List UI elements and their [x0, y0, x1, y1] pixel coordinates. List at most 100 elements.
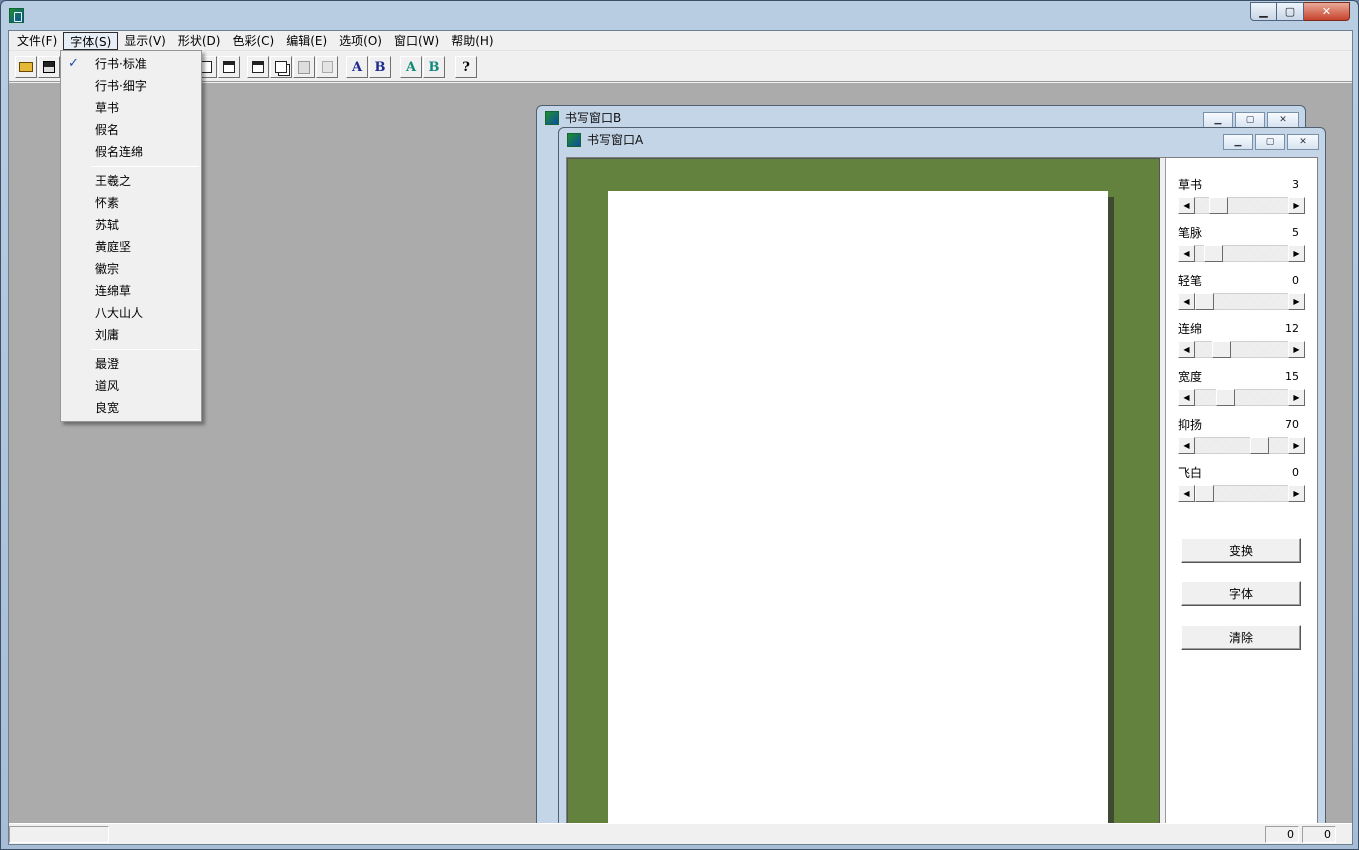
param-slider[interactable]: ◀ ▶ — [1178, 293, 1305, 310]
font-menu-item[interactable]: 徽宗 — [61, 258, 201, 280]
menu-help[interactable]: 帮助(H) — [445, 32, 499, 50]
font-menu-item[interactable]: 黄庭坚 — [61, 236, 201, 258]
window-a-minimize-button[interactable]: ▁ — [1223, 134, 1253, 150]
writing-canvas[interactable] — [567, 158, 1160, 823]
slider-thumb[interactable] — [1195, 293, 1214, 310]
scroll-left-icon[interactable]: ◀ — [1178, 389, 1195, 406]
slider-thumb[interactable] — [1195, 485, 1214, 502]
new-window-button[interactable] — [247, 56, 269, 78]
param-value: 0 — [1292, 274, 1299, 287]
param-value: 0 — [1292, 466, 1299, 479]
scroll-right-icon[interactable]: ▶ — [1288, 485, 1305, 502]
status-pane-main — [9, 826, 109, 843]
menu-color[interactable]: 色彩(C) — [226, 32, 280, 50]
scroll-left-icon[interactable]: ◀ — [1178, 197, 1195, 214]
font-menu-item-label: 草书 — [95, 101, 120, 115]
font-menu-item[interactable]: 良宽 — [61, 397, 201, 419]
window-a-controls: ▁ ▢ ✕ — [1223, 134, 1319, 150]
close-button[interactable]: ✕ — [1304, 2, 1350, 21]
window-b-maximize-button[interactable]: ▢ — [1235, 112, 1265, 128]
font-button[interactable]: 字体 — [1181, 581, 1301, 606]
scroll-right-icon[interactable]: ▶ — [1288, 341, 1305, 358]
font-menu-item-label: 假名 — [95, 123, 120, 137]
font-menu-item[interactable]: 最澄 — [61, 353, 201, 375]
font-menu-item[interactable]: 苏轼 — [61, 214, 201, 236]
scroll-left-icon[interactable]: ◀ — [1178, 293, 1195, 310]
color-b-button[interactable]: B — [423, 56, 445, 78]
menu-window[interactable]: 窗口(W) — [388, 32, 445, 50]
param-slider[interactable]: ◀ ▶ — [1178, 197, 1305, 214]
clear-button[interactable]: 清除 — [1181, 625, 1301, 650]
scroll-left-icon[interactable]: ◀ — [1178, 485, 1195, 502]
scroll-right-icon[interactable]: ▶ — [1288, 389, 1305, 406]
status-pane-y: 0 — [1302, 826, 1336, 843]
font-menu-item[interactable]: 刘庸 — [61, 324, 201, 346]
slider-thumb[interactable] — [1209, 197, 1228, 214]
font-menu-item[interactable]: 怀素 — [61, 192, 201, 214]
font-a-button[interactable]: A — [346, 56, 368, 78]
paper-sheet[interactable] — [608, 191, 1108, 823]
save-button[interactable] — [38, 56, 60, 78]
param-slider[interactable]: ◀ ▶ — [1178, 389, 1305, 406]
param-slider[interactable]: ◀ ▶ — [1178, 485, 1305, 502]
checkmark-icon: ✓ — [68, 56, 79, 71]
open-button[interactable] — [15, 56, 37, 78]
menu-options[interactable]: 选项(O) — [333, 32, 388, 50]
param-row: 飞白 0 — [1178, 464, 1305, 482]
window-b-close-button[interactable]: ✕ — [1267, 112, 1299, 128]
copy-button[interactable] — [270, 56, 292, 78]
app-icon[interactable] — [9, 8, 24, 23]
slider-thumb[interactable] — [1250, 437, 1269, 454]
menu-edit[interactable]: 编辑(E) — [280, 32, 333, 50]
font-menu-item[interactable]: 假名连绵 — [61, 141, 201, 163]
param-slider[interactable]: ◀ ▶ — [1178, 245, 1305, 262]
window-b-minimize-button[interactable]: ▁ — [1203, 112, 1233, 128]
view-window-button[interactable] — [218, 56, 240, 78]
font-menu-item-label: 刘庸 — [95, 328, 120, 342]
scroll-right-icon[interactable]: ▶ — [1288, 197, 1305, 214]
slider-thumb[interactable] — [1204, 245, 1223, 262]
window-a-close-button[interactable]: ✕ — [1287, 134, 1319, 150]
window-b-controls: ▁ ▢ ✕ — [1203, 112, 1299, 128]
param-value: 5 — [1292, 226, 1299, 239]
transform-button[interactable]: 变换 — [1181, 538, 1301, 563]
param-slider[interactable]: ◀ ▶ — [1178, 437, 1305, 454]
font-menu-item-label: 八大山人 — [95, 306, 144, 320]
param-label: 轻笔 — [1178, 274, 1203, 288]
color-a-button[interactable]: A — [400, 56, 422, 78]
scroll-right-icon[interactable]: ▶ — [1288, 245, 1305, 262]
slider-thumb[interactable] — [1212, 341, 1231, 358]
maximize-button[interactable]: ▢ — [1277, 2, 1304, 21]
menu-shape[interactable]: 形状(D) — [172, 32, 227, 50]
help-button[interactable]: ? — [455, 56, 477, 78]
font-menu-item[interactable]: 王羲之 — [61, 170, 201, 192]
font-menu-item[interactable]: 连绵草 — [61, 280, 201, 302]
font-menu-item[interactable]: 假名 — [61, 119, 201, 141]
window-a-maximize-button[interactable]: ▢ — [1255, 134, 1285, 150]
mdi-area: 书写窗口B ▁ ▢ ✕ 书写窗口A ▁ ▢ ✕ 草书 3 ◀ ▶ 笔脉 5 ◀ … — [9, 83, 1352, 823]
scroll-left-icon[interactable]: ◀ — [1178, 437, 1195, 454]
scroll-left-icon[interactable]: ◀ — [1178, 245, 1195, 262]
paste-button[interactable] — [293, 56, 315, 78]
param-slider[interactable]: ◀ ▶ — [1178, 341, 1305, 358]
minimize-button[interactable]: ▁ — [1250, 2, 1277, 21]
slider-thumb[interactable] — [1216, 389, 1235, 406]
scroll-left-icon[interactable]: ◀ — [1178, 341, 1195, 358]
param-4: 宽度 15 ◀ ▶ — [1178, 368, 1305, 406]
font-menu-item[interactable]: ✓ 行书·标准 — [61, 53, 201, 75]
menu-font[interactable]: 字体(S) — [63, 31, 119, 50]
app-titlebar[interactable]: ▁ ▢ ✕ — [1, 1, 1358, 30]
delete-button[interactable] — [316, 56, 338, 78]
menu-view[interactable]: 显示(V) — [118, 32, 172, 50]
scroll-right-icon[interactable]: ▶ — [1288, 437, 1305, 454]
font-menu-item[interactable]: 行书·细字 — [61, 75, 201, 97]
child-window-a[interactable]: 书写窗口A ▁ ▢ ✕ 草书 3 ◀ ▶ 笔脉 5 ◀ ▶ 轻笔 0 ◀ ▶ 连绵 12 ◀ ▶ 宽度 15 ◀ ▶ 抑… — [558, 127, 1326, 823]
font-menu-item[interactable]: 道风 — [61, 375, 201, 397]
font-menu-item[interactable]: 草书 — [61, 97, 201, 119]
window-a-titlebar[interactable]: 书写窗口A — [559, 128, 1325, 152]
scroll-right-icon[interactable]: ▶ — [1288, 293, 1305, 310]
font-menu-item-label: 徽宗 — [95, 262, 120, 276]
font-menu-item[interactable]: 八大山人 — [61, 302, 201, 324]
font-b-button[interactable]: B — [369, 56, 391, 78]
menu-file[interactable]: 文件(F) — [11, 32, 63, 50]
